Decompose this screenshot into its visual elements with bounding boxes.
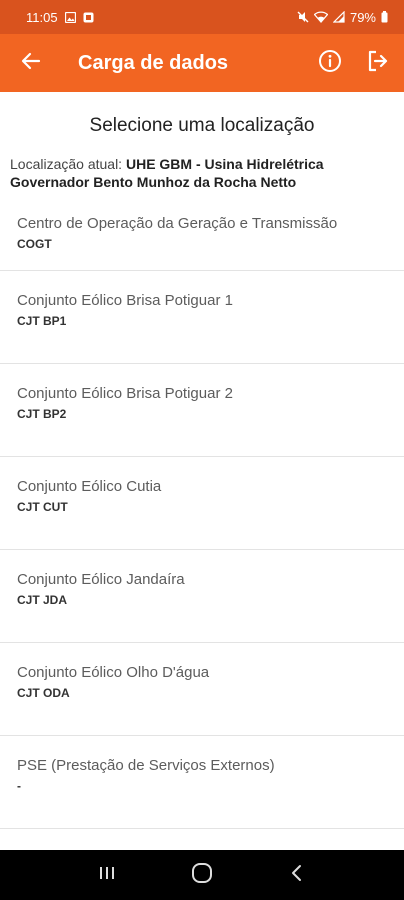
location-name: PSE (Prestação de Serviços Externos)	[17, 757, 275, 774]
app-bar: Carga de dados	[0, 34, 404, 92]
location-item[interactable]: Conjunto Eólico Brisa Potiguar 2 CJT BP2	[0, 364, 404, 457]
nav-back-button[interactable]	[277, 855, 317, 895]
location-name: Conjunto Eólico Cutia	[17, 478, 162, 495]
location-code: CJT BP1	[17, 314, 67, 328]
location-list: Centro de Operação da Geração e Transmis…	[0, 203, 404, 829]
location-name: Conjunto Eólico Jandaíra	[17, 571, 185, 588]
page-title: Selecione uma localização	[89, 115, 315, 136]
home-button[interactable]	[182, 855, 222, 895]
battery-percent: 79%	[349, 9, 376, 25]
location-code: COGT	[17, 237, 52, 251]
logout-icon	[366, 49, 390, 78]
status-right: 79%	[297, 10, 388, 25]
back-button[interactable]	[2, 34, 60, 92]
current-location-label: Localização atual:	[10, 156, 123, 172]
status-left: 11:05	[26, 10, 94, 25]
recent-apps-icon	[98, 865, 116, 886]
signal-icon	[332, 11, 345, 23]
status-bar: 11:05 79%	[0, 0, 404, 34]
location-code: -	[17, 779, 21, 793]
wifi-icon	[313, 11, 328, 23]
location-name: Centro de Operação da Geração e Transmis…	[17, 215, 338, 232]
location-item[interactable]: Conjunto Eólico Brisa Potiguar 1 CJT BP1	[0, 271, 404, 364]
location-item[interactable]: Conjunto Eólico Cutia CJT CUT	[0, 457, 404, 550]
location-item[interactable]: Centro de Operação da Geração e Transmis…	[0, 203, 404, 271]
navigation-bar	[0, 850, 404, 900]
location-code: CJT BP2	[17, 407, 67, 421]
location-name: Conjunto Eólico Olho D'água	[17, 664, 210, 681]
notification-icon	[83, 12, 94, 23]
location-code: CJT ODA	[17, 686, 70, 700]
location-name: Conjunto Eólico Brisa Potiguar 2	[17, 385, 233, 402]
home-icon	[191, 862, 213, 889]
location-code: CJT CUT	[17, 500, 68, 514]
image-icon	[64, 11, 76, 23]
info-icon	[318, 49, 342, 78]
info-button[interactable]	[306, 34, 354, 92]
back-icon	[290, 864, 304, 887]
recent-apps-button[interactable]	[87, 855, 127, 895]
arrow-left-icon	[21, 51, 41, 76]
status-time: 11:05	[26, 9, 58, 25]
logout-button[interactable]	[354, 34, 402, 92]
battery-icon	[381, 11, 388, 23]
location-item[interactable]: Conjunto Eólico Jandaíra CJT JDA	[0, 550, 404, 643]
content: Selecione uma localização Localização at…	[0, 92, 404, 850]
location-name: Conjunto Eólico Brisa Potiguar 1	[17, 292, 233, 309]
location-item[interactable]: Conjunto Eólico Olho D'água CJT ODA	[0, 643, 404, 736]
location-item[interactable]: PSE (Prestação de Serviços Externos) -	[0, 736, 404, 829]
app-title: Carga de dados	[78, 51, 229, 74]
current-location: Localização atual: UHE GBM - Usina Hidre…	[0, 155, 404, 191]
location-code: CJT JDA	[17, 593, 68, 607]
mute-icon	[297, 11, 309, 23]
